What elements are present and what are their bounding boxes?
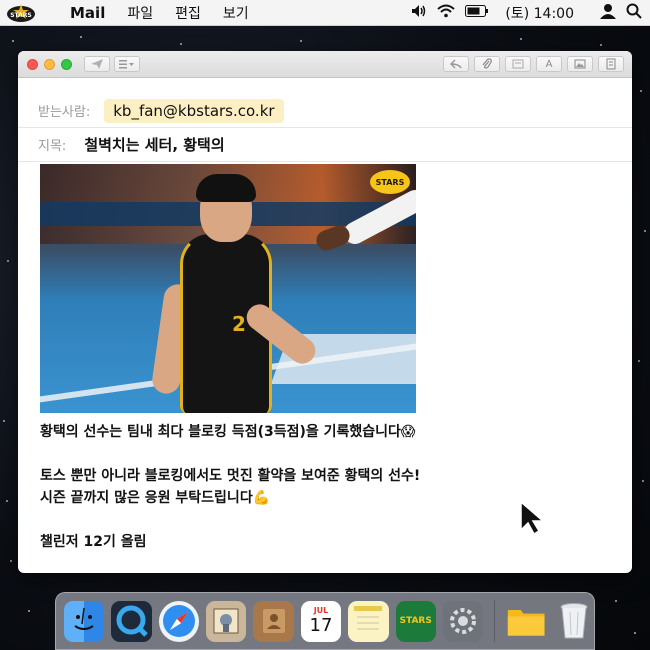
send-button[interactable] <box>84 56 110 72</box>
notes-icon[interactable] <box>348 600 389 642</box>
kb-stars-app-label: STARS <box>399 616 432 626</box>
window-toolbar: A <box>18 51 632 78</box>
format-button[interactable]: A <box>536 56 562 72</box>
menu-view[interactable]: 보기 <box>223 3 249 23</box>
player-hair <box>196 174 256 202</box>
minimize-button[interactable] <box>44 58 55 70</box>
subject-field-row: 지목: 철벽치는 세터, 황택의 <box>18 128 632 162</box>
photo-browser-button[interactable] <box>567 56 593 72</box>
safari-icon[interactable] <box>158 600 200 642</box>
document-icon <box>512 59 524 69</box>
header-fields-button[interactable] <box>114 56 140 72</box>
attach-button[interactable] <box>474 56 500 72</box>
app-name[interactable]: Mail <box>70 4 105 22</box>
paper-plane-icon <box>91 59 103 69</box>
calendar-icon[interactable]: JUL 17 <box>300 600 342 642</box>
body-line-1: 황택의 선수는 팀내 최다 블로킹 득점(3득점)을 기록했습니다😱 <box>40 424 416 440</box>
header-button[interactable] <box>505 56 531 72</box>
message-body[interactable]: 2 STARS 황택의 선수는 팀내 최다 블로킹 득점(3득점)을 기록했습니… <box>40 164 620 553</box>
body-line-2: 토스 뿐만 아니라 블로킹에서도 멋진 활약을 보여준 황택의 선수! <box>40 468 421 484</box>
battery-icon[interactable] <box>465 5 489 21</box>
volume-icon[interactable] <box>411 4 427 22</box>
finder-icon[interactable] <box>64 600 105 642</box>
search-icon[interactable] <box>626 3 642 23</box>
reply-icon <box>450 59 462 69</box>
user-icon[interactable] <box>600 3 616 23</box>
reply-button[interactable] <box>443 56 469 72</box>
recipient-chip[interactable]: kb_fan@kbstars.co.kr <box>104 98 284 123</box>
jersey-number: 2 <box>232 312 246 336</box>
mouse-cursor-icon <box>520 500 546 536</box>
sidebar-icon <box>606 58 616 70</box>
list-dropdown-icon <box>119 60 134 69</box>
to-label: 받는사람: <box>38 105 91 120</box>
status-area: (토) 14:00 <box>411 0 642 26</box>
menu-edit[interactable]: 편집 <box>175 3 201 23</box>
team-logo-badge: STARS <box>370 170 410 194</box>
close-button[interactable] <box>27 58 38 70</box>
photo-icon <box>574 59 586 69</box>
calendar-day: 17 <box>309 615 333 636</box>
sidebar-button[interactable] <box>598 56 624 72</box>
kb-stars-app-icon[interactable]: STARS <box>395 600 436 642</box>
menu-clock[interactable]: (토) 14:00 <box>505 3 574 23</box>
menu-bar: STARS Mail 파일 편집 보기 (토) 14:00 <box>0 0 650 26</box>
quicktime-icon[interactable] <box>111 600 152 642</box>
svg-text:STARS: STARS <box>10 12 32 19</box>
contacts-icon[interactable] <box>253 600 294 642</box>
subject-label: 지목: <box>38 139 67 154</box>
to-field-row: 받는사람: kb_fan@kbstars.co.kr <box>18 94 632 128</box>
preview-icon[interactable] <box>206 600 247 642</box>
calendar-month: JUL <box>313 606 329 615</box>
dock: JUL 17 STARS <box>55 592 595 650</box>
kb-stars-logo[interactable]: STARS <box>6 3 36 23</box>
menu-file[interactable]: 파일 <box>127 3 153 23</box>
player-photo: 2 STARS <box>40 164 416 413</box>
paperclip-icon <box>482 58 492 69</box>
system-preferences-icon[interactable] <box>442 600 484 642</box>
folder-icon[interactable] <box>506 601 546 642</box>
mail-window: A 받는사람: kb_fan@kbstars.co.kr 지목: 철벽치는 세터… <box>18 51 632 573</box>
subject-field[interactable]: 철벽치는 세터, 황택의 <box>84 134 224 155</box>
trash-icon[interactable] <box>554 601 594 642</box>
dock-separator <box>494 600 496 642</box>
zoom-button[interactable] <box>61 58 72 70</box>
wifi-icon[interactable] <box>437 4 456 22</box>
